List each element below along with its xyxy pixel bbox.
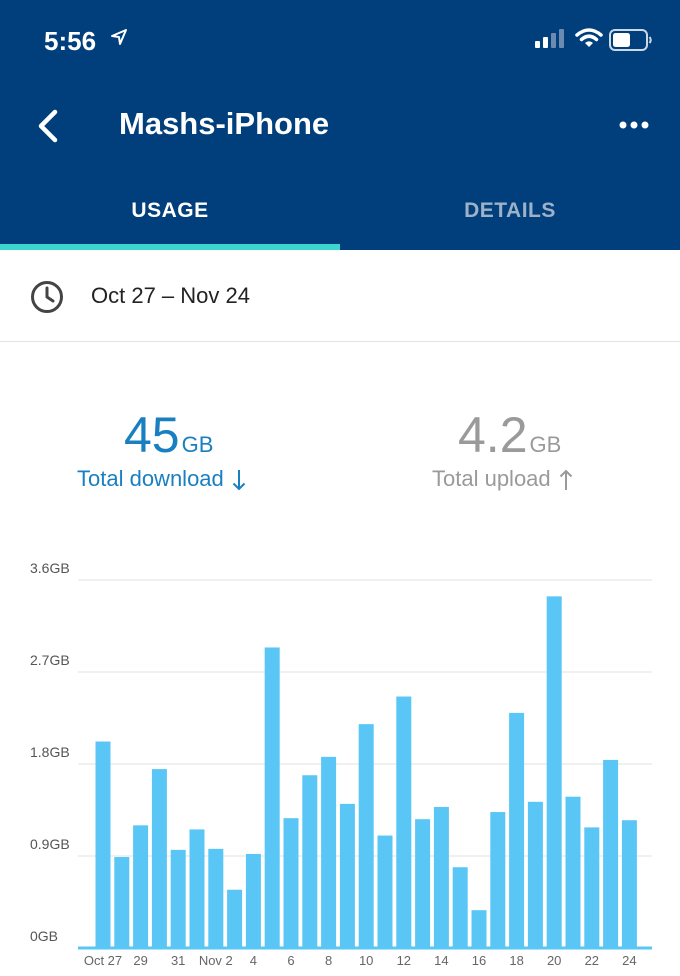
chart-bar — [170, 849, 186, 948]
x-tick-label: 29 — [133, 953, 147, 968]
y-tick-label: 1.8GB — [30, 744, 70, 760]
y-tick-label: 3.6GB — [30, 560, 70, 576]
back-button[interactable] — [26, 104, 70, 148]
chart-bar — [509, 712, 525, 948]
chart-bar — [584, 827, 600, 948]
chart-bar — [433, 806, 449, 948]
cellular-signal-icon — [535, 29, 564, 48]
chart-canvas: 0GB 0.9GB 1.8GB 2.7GB 3.6GB Oct 27 29 31 Nov 2 4 6… — [30, 560, 652, 968]
x-tick-label: 10 — [359, 953, 373, 968]
chart-bar — [95, 741, 111, 948]
chart-bar — [621, 820, 637, 948]
total-download-value: 45GB — [124, 407, 214, 463]
total-download-label: Total download — [77, 466, 246, 492]
x-tick-label: 12 — [397, 953, 411, 968]
x-tick-label: 18 — [509, 953, 523, 968]
chart-bar — [471, 910, 487, 948]
chart-bar — [114, 857, 130, 948]
chevron-left-icon — [38, 109, 58, 143]
tab-usage[interactable]: USAGE — [0, 172, 340, 250]
x-tick-label: 31 — [171, 953, 185, 968]
chart-bar — [452, 867, 468, 948]
arrow-down-icon — [232, 470, 245, 491]
chart-bar — [415, 819, 431, 948]
chart-bar — [565, 796, 581, 948]
date-range-selector[interactable]: Oct 27 – Nov 24 — [0, 250, 680, 342]
location-arrow-icon — [111, 29, 127, 45]
x-tick-label: 24 — [622, 953, 636, 968]
chart-bar — [546, 596, 562, 948]
tab-details[interactable]: DETAILS — [340, 172, 680, 250]
usage-bar-chart: 0GB 0.9GB 1.8GB 2.7GB 3.6GB Oct 27 29 31 Nov 2 4 6… — [0, 560, 680, 976]
arrow-up-icon — [559, 469, 572, 491]
chart-bar — [245, 853, 261, 948]
battery-icon — [609, 29, 652, 51]
wifi-icon — [575, 28, 603, 47]
x-tick-label: 22 — [585, 953, 599, 968]
more-dots-icon — [619, 121, 649, 129]
y-tick-label: 2.7GB — [30, 652, 70, 668]
app-header: 5:56 Mashs-iPhone USAGE DETAILS — [0, 0, 680, 250]
x-tick-label: 20 — [547, 953, 561, 968]
chart-bar — [358, 724, 374, 948]
status-time: 5:56 — [44, 26, 97, 56]
chart-bar — [283, 818, 299, 948]
total-upload-label: Total upload — [432, 466, 573, 492]
x-tick-label: 8 — [325, 953, 332, 968]
chart-bar — [603, 759, 619, 948]
chart-bar — [302, 775, 318, 948]
chart-bar — [339, 803, 355, 948]
chart-bar — [189, 829, 205, 948]
page-title: Mashs-iPhone — [119, 106, 330, 141]
total-upload-unit: GB — [529, 432, 562, 457]
chart-bar — [133, 825, 149, 948]
more-options-button[interactable] — [612, 110, 656, 140]
clock-icon — [31, 281, 63, 313]
chart-bar — [377, 835, 393, 948]
x-tick-label: 16 — [472, 953, 486, 968]
x-tick-label: Oct 27 — [84, 953, 122, 968]
chart-bar — [151, 769, 167, 948]
y-tick-label: 0.9GB — [30, 836, 70, 852]
x-tick-label: 6 — [287, 953, 294, 968]
x-tick-label: Nov 2 — [199, 953, 233, 968]
x-tick-label: 4 — [250, 953, 257, 968]
chart-bar — [264, 647, 280, 948]
y-tick-label: 0GB — [30, 928, 58, 944]
total-download-unit: GB — [181, 432, 214, 457]
chart-bar — [490, 812, 506, 948]
chart-bar — [527, 801, 543, 948]
chart-bar — [208, 848, 224, 948]
total-upload-value: 4.2GB — [458, 407, 562, 463]
chart-bar — [396, 696, 412, 948]
chart-bar — [227, 889, 243, 948]
x-tick-label: 14 — [434, 953, 448, 968]
date-range-label: Oct 27 – Nov 24 — [91, 283, 250, 308]
chart-bar — [321, 756, 337, 948]
